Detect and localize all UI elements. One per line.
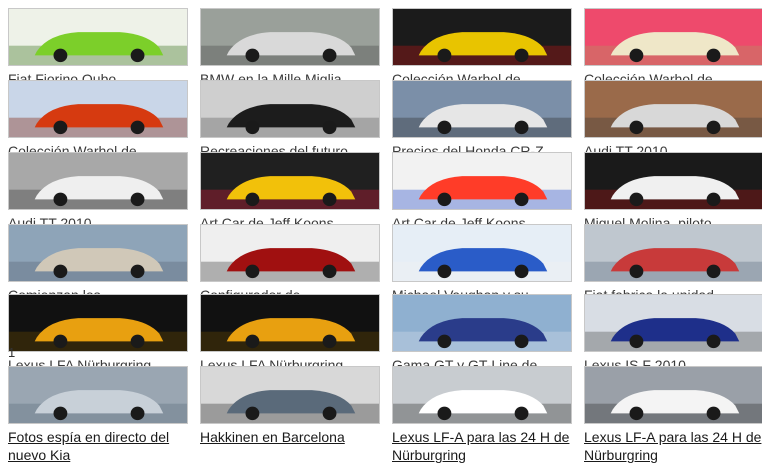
- car-photo[interactable]: [584, 80, 762, 138]
- car-photo[interactable]: [200, 224, 380, 282]
- car-photo[interactable]: [392, 294, 572, 352]
- person-photo[interactable]: [200, 366, 380, 424]
- car-photo[interactable]: [8, 80, 188, 138]
- car-photo[interactable]: [584, 294, 762, 352]
- city-photo[interactable]: [8, 224, 188, 282]
- photo-gallery: Fiat Fiorino Qubo BMW en la Mille Miglia C…: [0, 0, 762, 463]
- car-photo[interactable]: [200, 8, 380, 66]
- gallery-item-caption[interactable]: Lexus LF-A para las 24 H de Nürburgring: [584, 428, 762, 464]
- person-photo[interactable]: [584, 152, 762, 210]
- car-photo[interactable]: [392, 152, 572, 210]
- car-photo[interactable]: [392, 80, 572, 138]
- gallery-item-caption[interactable]: Lexus LF-A para las 24 H de Nürburgring: [392, 428, 572, 464]
- car-photo[interactable]: [8, 8, 188, 66]
- car-photo[interactable]: [584, 366, 762, 424]
- gallery-item-caption[interactable]: Hakkinen en Barcelona: [200, 428, 380, 446]
- car-photo[interactable]: [8, 366, 188, 424]
- car-photo[interactable]: [392, 8, 572, 66]
- car-photo[interactable]: [200, 294, 380, 352]
- car-photo[interactable]: [8, 152, 188, 210]
- stray-number: 1: [8, 345, 16, 360]
- car-photo[interactable]: [200, 80, 380, 138]
- car-photo[interactable]: [392, 366, 572, 424]
- car-photo[interactable]: [8, 294, 188, 352]
- person-photo[interactable]: [392, 224, 572, 282]
- car-photo[interactable]: [200, 152, 380, 210]
- crowd-photo[interactable]: [584, 224, 762, 282]
- car-photo[interactable]: [584, 8, 762, 66]
- gallery-item-caption[interactable]: Fotos espía en directo del nuevo Kia: [8, 428, 188, 464]
